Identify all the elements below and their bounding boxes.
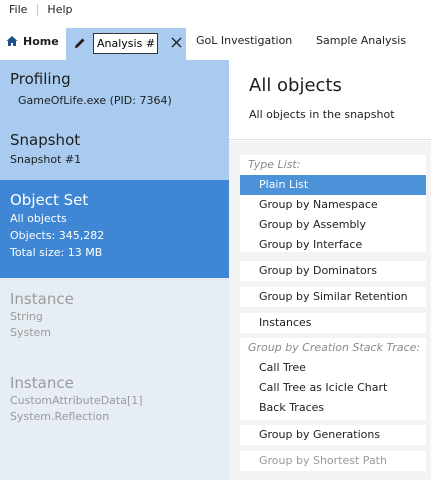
- menu-file[interactable]: File: [0, 0, 37, 20]
- menu-bar: File Help: [0, 0, 431, 20]
- breadcrumb-profiling[interactable]: Profiling GameOfLife.exe (PID: 7364): [0, 60, 229, 119]
- object-set-name: All objects: [10, 212, 67, 225]
- breadcrumb-panel: Profiling GameOfLife.exe (PID: 7364) Sna…: [0, 60, 229, 480]
- shortest-path-group: Group by Shortest Path: [240, 451, 426, 471]
- instance-title: Instance: [10, 374, 74, 392]
- view-selector-panel: All objects All objects in the snapshot …: [229, 60, 431, 480]
- pencil-icon: [75, 38, 85, 48]
- instances-group: Instances: [240, 313, 426, 333]
- instance-type: String: [10, 310, 43, 323]
- breadcrumb-object-set[interactable]: Object Set All objects Objects: 345,282 …: [0, 180, 229, 278]
- dominators-group: Group by Dominators: [240, 261, 426, 281]
- tab-sample-analysis[interactable]: Sample Analysis: [316, 32, 406, 50]
- instance-type: CustomAttributeData[1]: [10, 394, 143, 407]
- page-title: All objects: [249, 75, 342, 96]
- instance-namespace: System: [10, 326, 52, 339]
- tab-gol-investigation[interactable]: GoL Investigation: [196, 32, 292, 50]
- instance-namespace: System.Reflection: [10, 410, 110, 423]
- view-group-by-generations[interactable]: Group by Generations: [240, 425, 426, 445]
- object-set-size: Total size: 13 MB: [10, 246, 103, 259]
- profiling-process: GameOfLife.exe (PID: 7364): [18, 94, 172, 107]
- view-group-by-dominators[interactable]: Group by Dominators: [240, 261, 426, 281]
- creation-stack-label: Group by Creation Stack Trace:: [248, 341, 421, 354]
- tab-bar: Home GoL Investigation Sample Analysis: [0, 20, 431, 60]
- breadcrumb-instance-string[interactable]: Instance String System: [0, 278, 229, 361]
- view-back-traces[interactable]: Back Traces: [240, 398, 426, 418]
- snapshot-name: Snapshot #1: [10, 153, 82, 166]
- page-subtitle: All objects in the snapshot: [249, 108, 395, 121]
- creation-stack-group: Group by Creation Stack Trace: Call Tree…: [240, 338, 426, 420]
- breadcrumb-instance-custom-attribute[interactable]: Instance CustomAttributeData[1] System.R…: [0, 361, 229, 480]
- view-plain-list[interactable]: Plain List: [240, 175, 426, 195]
- snapshot-title: Snapshot: [10, 131, 81, 149]
- view-group-by-assembly[interactable]: Group by Assembly: [240, 215, 426, 235]
- view-list: Type List: Plain List Group by Namespace…: [229, 141, 431, 480]
- tab-home[interactable]: Home: [6, 32, 59, 50]
- view-group-by-shortest-path: Group by Shortest Path: [259, 454, 387, 467]
- type-list-label: Type List:: [248, 158, 301, 171]
- tab-home-label: Home: [23, 34, 59, 48]
- view-header: All objects All objects in the snapshot: [229, 60, 431, 140]
- view-group-by-namespace[interactable]: Group by Namespace: [240, 195, 426, 215]
- breadcrumb-snapshot[interactable]: Snapshot Snapshot #1: [0, 119, 229, 180]
- home-icon: [6, 36, 18, 46]
- close-icon[interactable]: [171, 37, 182, 48]
- menu-help[interactable]: Help: [38, 0, 82, 20]
- type-list-group: Type List: Plain List Group by Namespace…: [240, 155, 426, 252]
- view-call-tree[interactable]: Call Tree: [240, 358, 426, 378]
- view-group-by-similar-retention[interactable]: Group by Similar Retention: [240, 287, 426, 307]
- similar-retention-group: Group by Similar Retention: [240, 287, 426, 307]
- tab-analysis-active[interactable]: [66, 28, 186, 60]
- object-set-count: Objects: 345,282: [10, 229, 105, 242]
- object-set-title: Object Set: [10, 191, 89, 209]
- instance-title: Instance: [10, 290, 74, 308]
- profiling-title: Profiling: [10, 70, 71, 88]
- tab-name-input[interactable]: [93, 33, 158, 54]
- view-group-by-interface[interactable]: Group by Interface: [240, 235, 426, 255]
- view-instances[interactable]: Instances: [240, 313, 426, 333]
- view-call-tree-icicle[interactable]: Call Tree as Icicle Chart: [240, 378, 426, 398]
- generations-group: Group by Generations: [240, 425, 426, 445]
